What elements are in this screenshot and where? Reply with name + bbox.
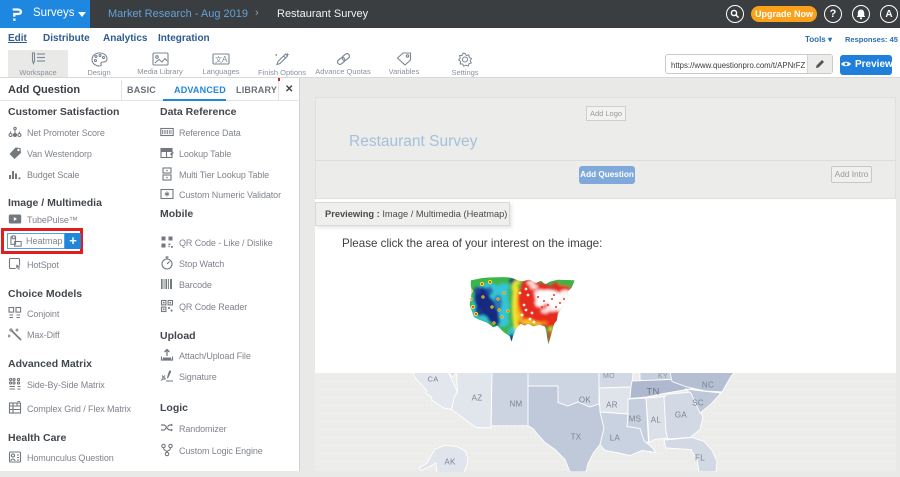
svg-text:TN: TN [646,386,659,397]
svg-text:MO: MO [603,373,615,380]
svg-text:NC: NC [702,380,714,389]
svg-text:SC: SC [692,398,704,407]
svg-text:AK: AK [444,457,456,466]
svg-text:TX: TX [571,432,582,441]
svg-text:A: A [222,55,228,64]
svg-text:CA: CA [427,374,438,383]
svg-text:MS: MS [629,414,642,423]
svg-text:LA: LA [610,433,621,442]
svg-text:AZ: AZ [472,393,483,402]
svg-text:OK: OK [579,395,592,404]
svg-text:GA: GA [675,410,688,419]
svg-text:文: 文 [215,55,222,64]
svg-text:FL: FL [695,453,705,462]
svg-text:AR: AR [606,400,618,409]
svg-text:AL: AL [651,415,662,424]
svg-text:KY: KY [658,373,668,380]
svg-text:NM: NM [509,399,522,408]
